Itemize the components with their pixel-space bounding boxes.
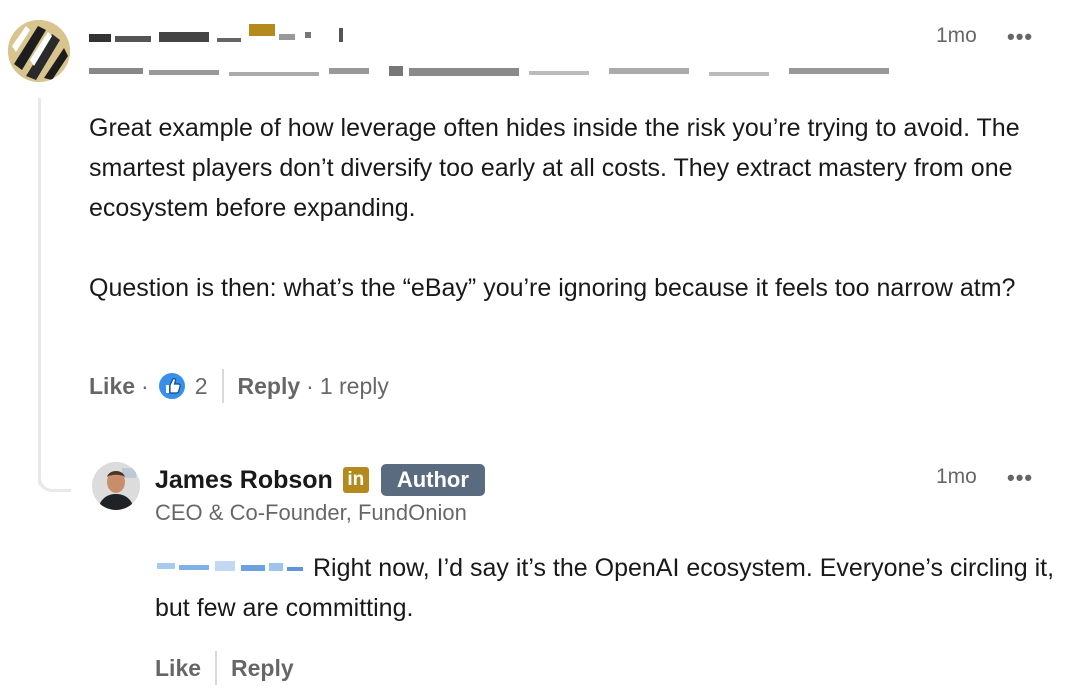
- thread-connector: [38, 470, 71, 492]
- commenter-headline-redacted: [89, 66, 889, 76]
- reply-author-row: James Robson in Author: [155, 464, 485, 496]
- comment-more-icon[interactable]: •••: [1007, 26, 1033, 48]
- thumbs-up-icon[interactable]: [157, 371, 187, 401]
- commenter-avatar[interactable]: [8, 20, 70, 82]
- separator-dot: ·: [306, 372, 314, 399]
- comment-paragraph: Question is then: what’s the “eBay” you’…: [89, 274, 1016, 302]
- separator-dot: ·: [141, 372, 149, 399]
- reply-button[interactable]: Reply: [238, 373, 301, 400]
- thread-line: [38, 98, 41, 486]
- action-divider: [215, 651, 218, 685]
- comment-actions: Like · 2 Reply · 1 reply: [89, 369, 389, 403]
- like-button[interactable]: Like: [89, 373, 135, 400]
- comment-timestamp: 1mo: [936, 24, 977, 47]
- reply-actions: Like Reply: [155, 651, 294, 685]
- reply-reply-button[interactable]: Reply: [231, 655, 294, 682]
- comment-thread: 1mo ••• Great example of how leverage of…: [0, 0, 1081, 696]
- action-divider: [221, 369, 224, 403]
- reply-count-link[interactable]: 1 reply: [320, 373, 389, 400]
- commenter-name-redacted: [89, 24, 343, 42]
- reply-body: Right now, I’d say it’s the OpenAI ecosy…: [155, 548, 1055, 628]
- reply-more-icon[interactable]: •••: [1007, 467, 1033, 489]
- mention-redacted[interactable]: [155, 555, 307, 579]
- reply-timestamp: 1mo: [936, 465, 977, 488]
- reaction-count[interactable]: 2: [195, 373, 208, 400]
- reply-author-avatar[interactable]: [92, 462, 140, 510]
- author-badge: Author: [380, 464, 485, 496]
- linkedin-badge-icon: in: [342, 467, 369, 493]
- comment-paragraph: Great example of how leverage often hide…: [89, 114, 1020, 222]
- reply-like-button[interactable]: Like: [155, 655, 201, 682]
- reply-author-headline: CEO & Co-Founder, FundOnion: [155, 500, 467, 525]
- comment-body: Great example of how leverage often hide…: [89, 108, 1049, 308]
- reply-author-name[interactable]: James Robson: [155, 466, 333, 495]
